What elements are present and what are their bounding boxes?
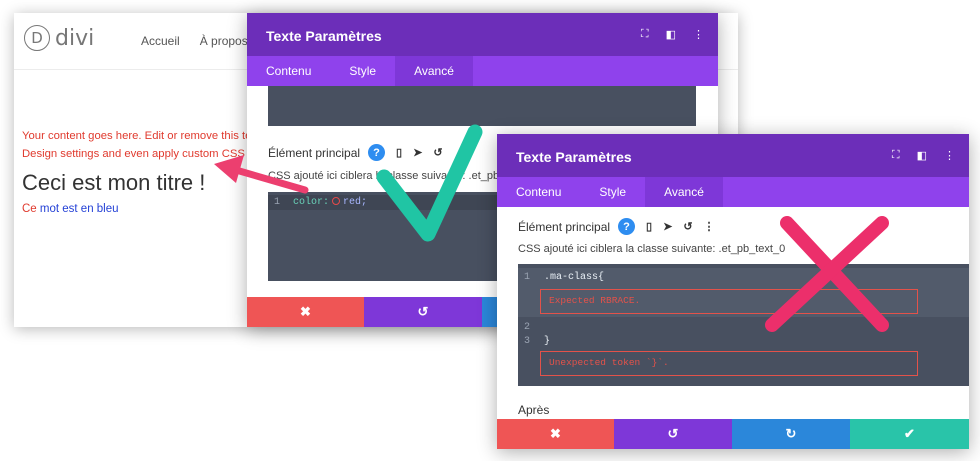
cross-overlay [765, 216, 889, 332]
screenshot-stage: D divi Accueil À propos Your content goe… [0, 0, 980, 461]
cross-icon [765, 216, 889, 332]
